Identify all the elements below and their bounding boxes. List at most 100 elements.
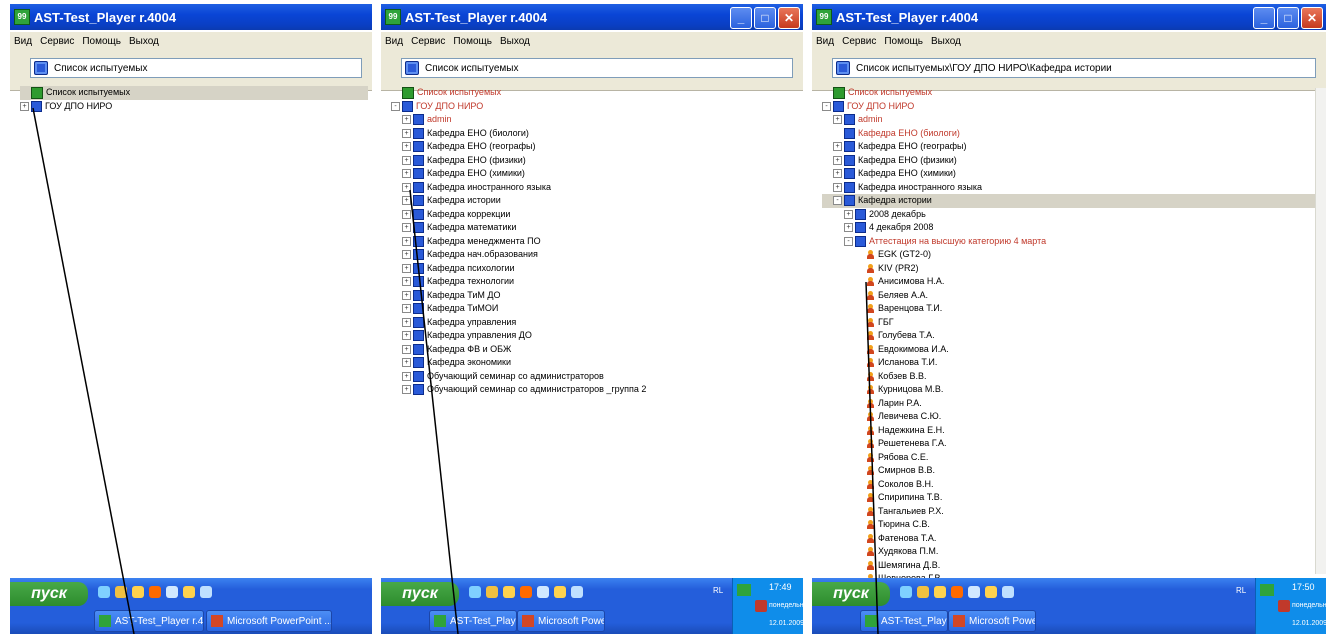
- tree-node[interactable]: Тангальиев Р.Х.: [822, 505, 1322, 519]
- quick-launch-icon[interactable]: [951, 586, 963, 598]
- tree-node[interactable]: Спирипина Т.В.: [822, 491, 1322, 505]
- expand-toggle[interactable]: +: [833, 182, 842, 192]
- start-button[interactable]: пуск: [381, 582, 459, 606]
- expand-toggle[interactable]: +: [402, 385, 411, 395]
- quick-launch-icon[interactable]: [149, 586, 161, 598]
- tree-node[interactable]: Смирнов В.В.: [822, 464, 1322, 478]
- quick-launch-icon[interactable]: [503, 586, 515, 598]
- quick-launch-icon[interactable]: [934, 586, 946, 598]
- quick-launch-icon[interactable]: [554, 586, 566, 598]
- expand-toggle[interactable]: +: [402, 182, 411, 192]
- expand-toggle[interactable]: +: [833, 155, 842, 165]
- quick-launch-icon[interactable]: [183, 586, 195, 598]
- taskbar-button-powerpoint[interactable]: Microsoft PowerPoint ...: [948, 610, 1036, 632]
- tray-app-icon[interactable]: [737, 584, 751, 596]
- menu-item[interactable]: Вид: [816, 36, 834, 47]
- tree-node[interactable]: Тюрина С.В.: [822, 518, 1322, 532]
- expand-toggle[interactable]: +: [402, 290, 411, 300]
- expand-toggle[interactable]: +: [833, 169, 842, 179]
- antivirus-icon[interactable]: [1278, 600, 1290, 612]
- quick-launch-icon[interactable]: [486, 586, 498, 598]
- tree-node[interactable]: + Кафедра ТиМ ДО: [391, 289, 799, 303]
- expand-toggle[interactable]: +: [402, 196, 411, 206]
- tree-node[interactable]: + ГОУ ДПО НИРО: [20, 100, 368, 114]
- tree-node[interactable]: + Кафедра коррекции: [391, 208, 799, 222]
- expand-toggle[interactable]: +: [402, 223, 411, 233]
- expand-toggle[interactable]: +: [402, 331, 411, 341]
- quick-launch-icon[interactable]: [537, 586, 549, 598]
- expand-toggle[interactable]: +: [833, 115, 842, 125]
- tree-node[interactable]: Список испытуемых: [391, 86, 799, 100]
- tree-node[interactable]: + Кафедра ЕНО (физики): [391, 154, 799, 168]
- path-field[interactable]: Список испытуемых: [30, 58, 362, 78]
- tree-node[interactable]: Беляев А.А.: [822, 289, 1322, 303]
- expand-toggle[interactable]: +: [402, 128, 411, 138]
- tree-node[interactable]: Исланова Т.И.: [822, 356, 1322, 370]
- tree-node[interactable]: + Кафедра ЕНО (химики): [822, 167, 1322, 181]
- quick-launch-icon[interactable]: [115, 586, 127, 598]
- expand-toggle[interactable]: -: [391, 101, 400, 111]
- path-field[interactable]: Список испытуемых\ГОУ ДПО НИРО\Кафедра и…: [832, 58, 1316, 78]
- back-icon[interactable]: [34, 61, 48, 75]
- expand-toggle[interactable]: +: [402, 277, 411, 287]
- expand-toggle[interactable]: +: [402, 358, 411, 368]
- menu-item[interactable]: Помощь: [82, 36, 121, 47]
- tree-node[interactable]: Надежкина Е.Н.: [822, 424, 1322, 438]
- menu-item[interactable]: Сервис: [842, 36, 876, 47]
- tree-node[interactable]: + Кафедра иностранного языка: [822, 181, 1322, 195]
- tree-node[interactable]: Список испытуемых: [20, 86, 368, 100]
- tree-node[interactable]: + Обучающий семинар co админиcтраторов: [391, 370, 799, 384]
- quick-launch-icon[interactable]: [1002, 586, 1014, 598]
- tree-node[interactable]: + Кафедра ЕНО (физики): [822, 154, 1322, 168]
- tree-node[interactable]: + Кафедра ТиМОИ: [391, 302, 799, 316]
- taskbar-button-player[interactable]: AST-Test_Player r.4...: [860, 610, 948, 632]
- tree-node[interactable]: - ГОУ ДПО НИРО: [391, 100, 799, 114]
- expand-toggle[interactable]: +: [833, 142, 842, 152]
- menu-item[interactable]: Выход: [931, 36, 961, 47]
- tree-node[interactable]: + Кафедра управления: [391, 316, 799, 330]
- expand-toggle[interactable]: +: [402, 115, 411, 125]
- tree-node[interactable]: Ларин Р.А.: [822, 397, 1322, 411]
- tree-node[interactable]: Варенцова Т.И.: [822, 302, 1322, 316]
- title-bar[interactable]: 99 AST-Test_Player r.4004 _ □ ✕: [381, 4, 803, 30]
- expand-toggle[interactable]: +: [402, 169, 411, 179]
- vertical-scrollbar[interactable]: [1315, 88, 1326, 574]
- tree-node[interactable]: +2008 декабрь: [822, 208, 1322, 222]
- path-field[interactable]: Список испытуемых: [401, 58, 793, 78]
- tree-node[interactable]: + Кафедра ЕНО (географы): [391, 140, 799, 154]
- back-icon[interactable]: [836, 61, 850, 75]
- tree-node[interactable]: + Кафедра ЕНО (химики): [391, 167, 799, 181]
- language-indicator[interactable]: RL: [1236, 586, 1246, 595]
- tree-node[interactable]: EGK (GT2-0): [822, 248, 1322, 262]
- title-bar[interactable]: 99 AST-Test_Player r.4004: [10, 4, 372, 30]
- tree-node[interactable]: + Кафедра иностранного языка: [391, 181, 799, 195]
- tree-node[interactable]: Худякова П.М.: [822, 545, 1322, 559]
- quick-launch-icon[interactable]: [98, 586, 110, 598]
- expand-toggle[interactable]: +: [20, 101, 29, 111]
- language-indicator[interactable]: RL: [713, 586, 723, 595]
- menu-item[interactable]: Сервис: [40, 36, 74, 47]
- expand-toggle[interactable]: +: [844, 209, 853, 219]
- tree-node[interactable]: Решетенева Г.А.: [822, 437, 1322, 451]
- quick-launch-icon[interactable]: [132, 586, 144, 598]
- menu-item[interactable]: Вид: [14, 36, 32, 47]
- tree-node[interactable]: + Кафедра ФВ и ОБЖ: [391, 343, 799, 357]
- taskbar-button-powerpoint[interactable]: Microsoft PowerPoint...: [517, 610, 605, 632]
- minimize-button[interactable]: _: [1253, 7, 1275, 29]
- taskbar-button-powerpoint[interactable]: Microsoft PowerPoint ...: [206, 610, 332, 632]
- menu-item[interactable]: Вид: [385, 36, 403, 47]
- expand-toggle[interactable]: -: [844, 236, 853, 246]
- close-button[interactable]: ✕: [778, 7, 800, 29]
- start-button[interactable]: пуск: [812, 582, 890, 606]
- tree-node[interactable]: Шемягина Д.В.: [822, 559, 1322, 573]
- expand-toggle[interactable]: +: [402, 344, 411, 354]
- tree-node[interactable]: + admin: [822, 113, 1322, 127]
- tree-node[interactable]: + Кафедра нач.образования: [391, 248, 799, 262]
- tree-node[interactable]: + Кафедра психологии: [391, 262, 799, 276]
- tree-node[interactable]: ГБГ: [822, 316, 1322, 330]
- expand-toggle[interactable]: -: [833, 196, 842, 206]
- quick-launch-icon[interactable]: [571, 586, 583, 598]
- tree-node[interactable]: Кобзев В.В.: [822, 370, 1322, 384]
- tree-node[interactable]: Список испытуемых: [822, 86, 1322, 100]
- quick-launch-icon[interactable]: [968, 586, 980, 598]
